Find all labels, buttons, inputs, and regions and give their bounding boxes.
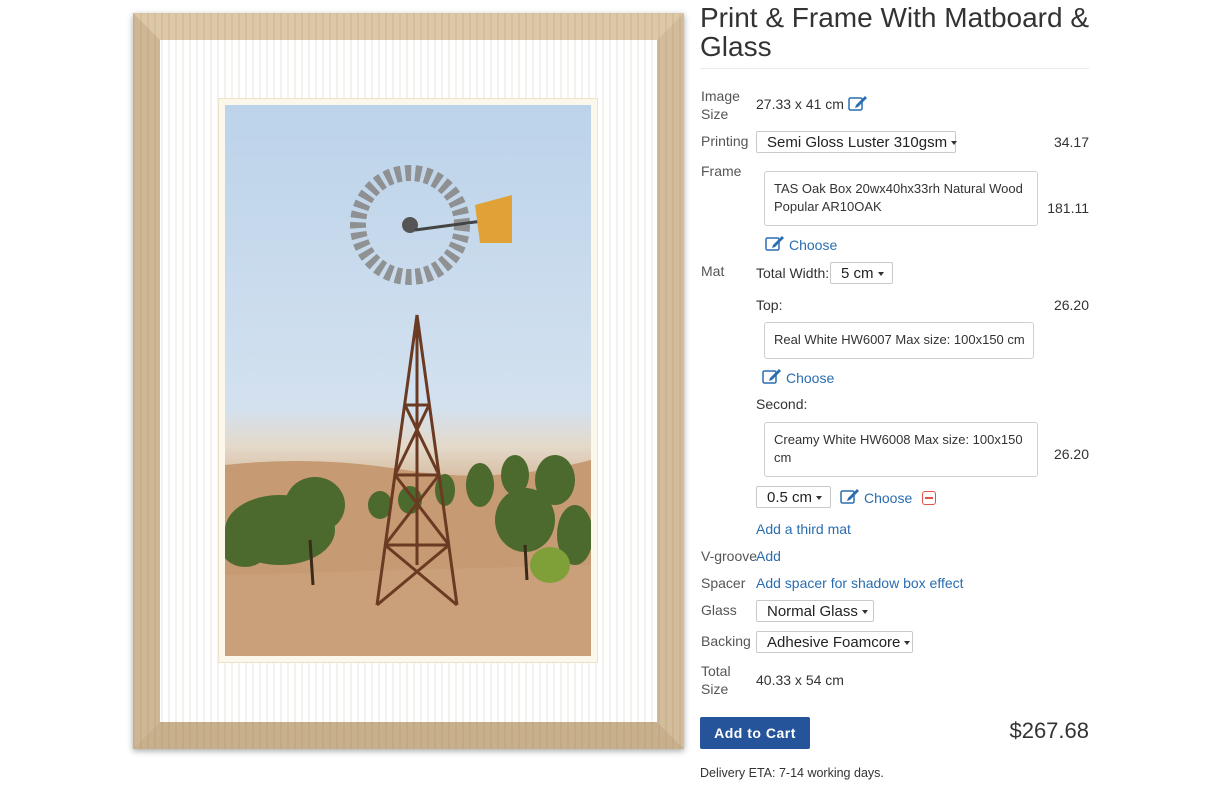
mat-second-offset-value: 0.5 cm — [767, 489, 813, 506]
backing-label: Backing — [701, 633, 751, 649]
backing-selected: Adhesive Foamcore — [767, 634, 901, 651]
total-price: $267.68 — [1009, 718, 1089, 743]
remove-icon[interactable] — [922, 491, 937, 505]
mat-preview — [218, 98, 598, 663]
edit-icon — [765, 235, 785, 255]
mat-second-choose-link[interactable]: Choose — [840, 488, 937, 508]
printing-selected: Semi Gloss Luster 310gsm — [767, 134, 948, 151]
mat-top-price: 26.20 — [1053, 297, 1089, 313]
mat-second-price: 26.20 — [1053, 446, 1089, 462]
edit-icon — [762, 368, 782, 388]
mat-top-selection[interactable]: Real White HW6007 Max size: 100x150 cm — [764, 322, 1034, 359]
printing-price: 34.17 — [1053, 134, 1089, 150]
printing-select[interactable]: Semi Gloss Luster 310gsm — [756, 131, 958, 153]
glass-selected: Normal Glass — [767, 603, 858, 620]
windmill-illustration — [225, 165, 591, 656]
mat-label: Mat — [701, 263, 725, 279]
mat-second-offset-select[interactable]: 0.5 cm — [756, 486, 831, 508]
product-title: Print & Frame With Matboard & Glass — [700, 2, 1090, 62]
caret-down-icon — [904, 641, 911, 646]
mat-total-width-select[interactable]: 5 cm — [830, 262, 893, 284]
mat-second-choose-label: Choose — [864, 490, 913, 506]
total-size-value: 40.33 x 54 cm — [756, 672, 844, 688]
add-third-mat-link[interactable]: Add a third mat — [756, 520, 851, 538]
add-to-cart-button[interactable]: Add to Cart — [700, 717, 810, 749]
image-size-value-row: 27.33 x 41 cm — [756, 95, 868, 115]
mat-second-selection[interactable]: Creamy White HW6008 Max size: 100x150 cm — [764, 422, 1038, 477]
mat-top-choose-label: Choose — [786, 370, 835, 386]
caret-down-icon — [951, 141, 958, 146]
caret-down-icon — [877, 272, 884, 277]
image-size-value: 27.33 x 41 cm — [756, 96, 844, 112]
printing-label: Printing — [701, 133, 749, 149]
glass-label: Glass — [701, 602, 737, 618]
edit-icon[interactable] — [848, 95, 868, 115]
title-divider — [700, 68, 1089, 69]
vgroove-add-link[interactable]: Add — [756, 547, 781, 565]
frame-selection[interactable]: TAS Oak Box 20wx40hx33rh Natural Wood Po… — [764, 171, 1038, 226]
mat-total-width-value: 5 cm — [841, 265, 874, 282]
frame-choose-link[interactable]: Choose — [765, 235, 837, 255]
mat-top-choose-link[interactable]: Choose — [762, 368, 834, 388]
frame-preview — [133, 13, 684, 749]
caret-down-icon — [861, 610, 868, 615]
caret-down-icon — [816, 496, 823, 501]
artwork-photo — [225, 105, 591, 656]
frame-choose-label: Choose — [789, 237, 838, 253]
spacer-label: Spacer — [701, 575, 746, 591]
spacer-add-link[interactable]: Add spacer for shadow box effect — [756, 574, 964, 592]
delivery-eta: Delivery ETA: 7-14 working days. — [700, 766, 884, 780]
backing-select[interactable]: Adhesive Foamcore — [756, 631, 913, 653]
image-size-label: Image Size — [701, 88, 740, 122]
vgroove-label: V-groove — [701, 548, 758, 564]
total-size-label: Total Size — [701, 663, 731, 697]
mat-second-label: Second: — [756, 396, 808, 412]
glass-select[interactable]: Normal Glass — [756, 600, 874, 622]
frame-label: Frame — [701, 163, 742, 179]
mat-total-width-label: Total Width: — [756, 265, 830, 281]
mat-top-label: Top: — [756, 297, 783, 313]
frame-price: 181.11 — [1047, 200, 1089, 216]
edit-icon — [840, 488, 860, 508]
